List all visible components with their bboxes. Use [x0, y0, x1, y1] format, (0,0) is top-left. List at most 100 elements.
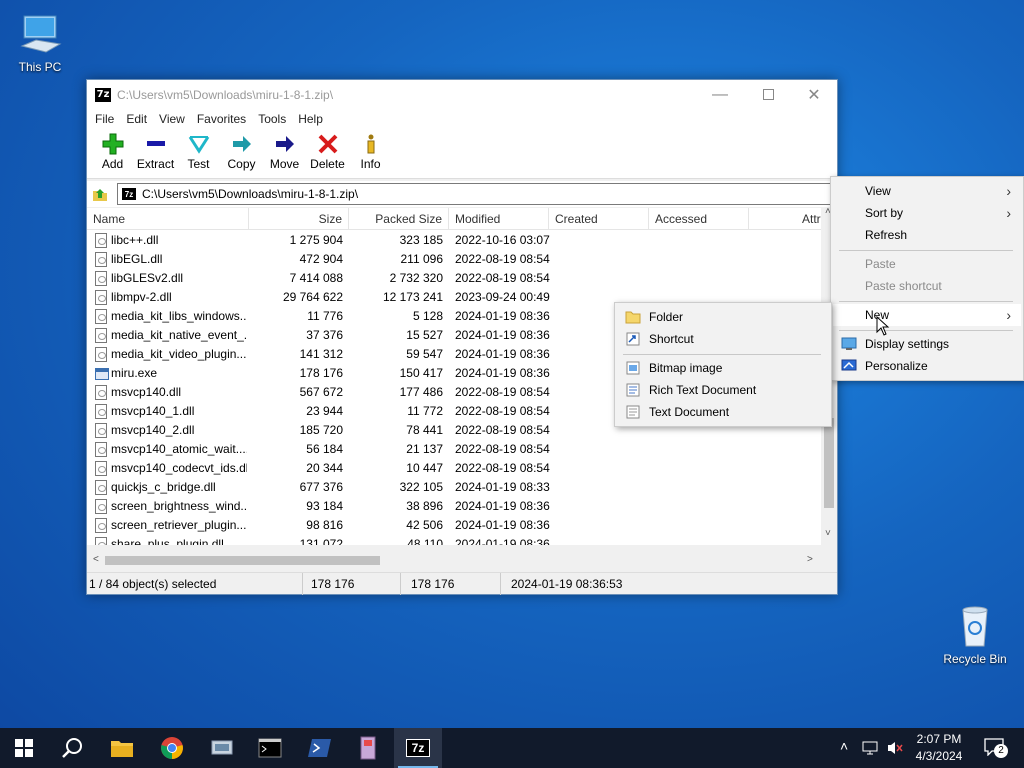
test-icon [188, 136, 209, 154]
test-button[interactable]: Test [177, 129, 220, 171]
clock[interactable]: 2:07 PM 4/3/2024 [910, 731, 968, 765]
taskbar-7zip[interactable]: 7z [394, 728, 442, 768]
file-name: libEGL.dll [111, 252, 163, 266]
title-bar[interactable]: 7z C:\Users\vm5\Downloads\miru-1-8-1.zip… [87, 80, 837, 109]
powershell-icon [308, 739, 331, 757]
new-folder-item[interactable]: Folder [617, 306, 829, 328]
taskbar-network-app[interactable] [198, 728, 246, 768]
extract-button[interactable]: Extract [134, 129, 177, 171]
new-bitmap-item[interactable]: Bitmap image [617, 357, 829, 379]
horizontal-scroll-thumb[interactable] [105, 556, 380, 565]
scroll-left-icon[interactable]: < [93, 554, 99, 565]
table-row[interactable]: screen_retriever_plugin.... 98 816 42 506 2… [87, 516, 821, 535]
7zip-path-icon: 7z [122, 188, 136, 200]
dll-file-icon [95, 328, 107, 343]
file-size: 677 376 [299, 480, 343, 494]
table-row[interactable]: libc++.dll 1 275 904 323 185 2022-10-16 03:… [87, 231, 821, 250]
scroll-right-icon[interactable]: > [807, 554, 813, 565]
dll-file-icon [95, 480, 107, 495]
up-folder-icon[interactable] [91, 185, 109, 203]
copy-button[interactable]: Copy [220, 129, 263, 171]
7zip-app-icon: 7z [95, 87, 111, 102]
file-name: msvcp140_1.dll [111, 404, 195, 418]
table-row[interactable]: share_plus_plugin.dll 131 072 48 110 2024-0… [87, 535, 821, 545]
menu-edit[interactable]: Edit [120, 112, 153, 126]
minimize-button[interactable]: — [697, 80, 743, 109]
taskbar-chrome[interactable] [148, 728, 196, 768]
dll-file-icon [95, 442, 107, 457]
new-shortcut-item[interactable]: Shortcut [617, 328, 829, 350]
menu-item-paste[interactable]: Paste [833, 253, 1021, 275]
chevron-right-icon: › [1006, 183, 1011, 199]
menu-view[interactable]: View [153, 112, 191, 126]
maximize-button[interactable] [745, 80, 791, 109]
start-button[interactable] [0, 728, 48, 768]
column-accessed[interactable]: Accessed [649, 208, 749, 230]
taskbar-archive-app[interactable] [344, 728, 392, 768]
table-row[interactable]: libEGL.dll 472 904 211 096 2022-08-19 08:54 [87, 250, 821, 269]
menu-tools[interactable]: Tools [252, 112, 292, 126]
menu-item-display-settings[interactable]: Display settings [833, 333, 1021, 355]
column-name[interactable]: Name [87, 208, 249, 230]
menu-item-new[interactable]: New › [833, 304, 1021, 326]
taskbar-cmd[interactable] [246, 728, 294, 768]
file-modified: 2022-08-19 08:54 [455, 423, 550, 437]
new-text-document-item[interactable]: Text Document [617, 401, 829, 423]
delete-button[interactable]: Delete [306, 129, 349, 171]
table-row[interactable]: libGLESv2.dll 7 414 088 2 732 320 2022-08-1… [87, 269, 821, 288]
file-size: 93 184 [306, 499, 343, 513]
file-packed: 323 185 [399, 233, 443, 247]
table-row[interactable]: msvcp140_atomic_wait.... 56 184 21 137 2022… [87, 440, 821, 459]
path-input[interactable]: 7z C:\Users\vm5\Downloads\miru-1-8-1.zip… [117, 183, 833, 205]
dll-file-icon [95, 233, 107, 248]
tray-chevron-up-icon[interactable]: ˄ [840, 738, 848, 754]
menu-favorites[interactable]: Favorites [191, 112, 252, 126]
file-packed: 150 417 [399, 366, 443, 380]
table-row[interactable]: quickjs_c_bridge.dll 677 376 322 105 2024-0… [87, 478, 821, 497]
menu-item-sort-by[interactable]: Sort by › [833, 202, 1021, 224]
menu-separator [623, 354, 821, 355]
start-icon [15, 739, 33, 757]
table-row[interactable]: msvcp140_codecvt_ids.dll 20 344 10 447 2022… [87, 459, 821, 478]
window-title: C:\Users\vm5\Downloads\miru-1-8-1.zip\ [117, 87, 334, 102]
menu-help[interactable]: Help [292, 112, 329, 126]
mouse-cursor-icon [876, 316, 890, 336]
scroll-down-icon[interactable]: ˅ [825, 528, 831, 539]
dll-file-icon [95, 499, 107, 514]
menu-file[interactable]: File [89, 112, 120, 126]
desktop-icon-this-pc[interactable]: This PC [0, 10, 80, 74]
file-size: 131 072 [299, 537, 343, 545]
menu-item-paste-shortcut[interactable]: Paste shortcut [833, 275, 1021, 297]
horizontal-scrollbar[interactable]: < > [87, 552, 837, 569]
volume-muted-icon[interactable] [886, 740, 904, 756]
info-button[interactable]: Info [349, 129, 392, 171]
notification-center-button[interactable]: 2 [984, 738, 1008, 758]
menu-item-view[interactable]: View › [833, 180, 1021, 202]
taskbar-file-explorer[interactable] [98, 728, 146, 768]
menu-item-personalize[interactable]: Personalize [833, 355, 1021, 377]
file-size: 11 776 [307, 309, 343, 323]
column-created[interactable]: Created [549, 208, 649, 230]
status-packed: 178 176 [409, 573, 501, 595]
column-packed-size[interactable]: Packed Size [349, 208, 449, 230]
file-modified: 2024-01-19 08:33 [455, 480, 550, 494]
status-modified: 2024-01-19 08:36:53 [511, 577, 623, 591]
desktop-icon-recycle-bin[interactable]: Recycle Bin [935, 602, 1015, 666]
table-row[interactable]: screen_brightness_wind... 93 184 38 896 202… [87, 497, 821, 516]
column-modified[interactable]: Modified [449, 208, 549, 230]
maximize-icon [762, 89, 774, 100]
new-rtf-item[interactable]: Rich Text Document [617, 379, 829, 401]
menu-item-refresh[interactable]: Refresh [833, 224, 1021, 246]
file-modified: 2024-01-19 08:36 [455, 518, 550, 532]
file-modified: 2022-08-19 08:54 [455, 252, 550, 266]
network-icon[interactable] [862, 740, 880, 756]
add-button[interactable]: Add [91, 129, 134, 171]
menu-separator [839, 250, 1013, 251]
close-button[interactable]: ✕ [791, 80, 837, 109]
move-button[interactable]: Move [263, 129, 306, 171]
vertical-scroll-thumb[interactable] [824, 418, 834, 508]
column-size[interactable]: Size [249, 208, 349, 230]
taskbar-powershell[interactable] [296, 728, 344, 768]
network-app-icon [211, 740, 233, 755]
taskbar-search-button[interactable] [48, 728, 96, 768]
